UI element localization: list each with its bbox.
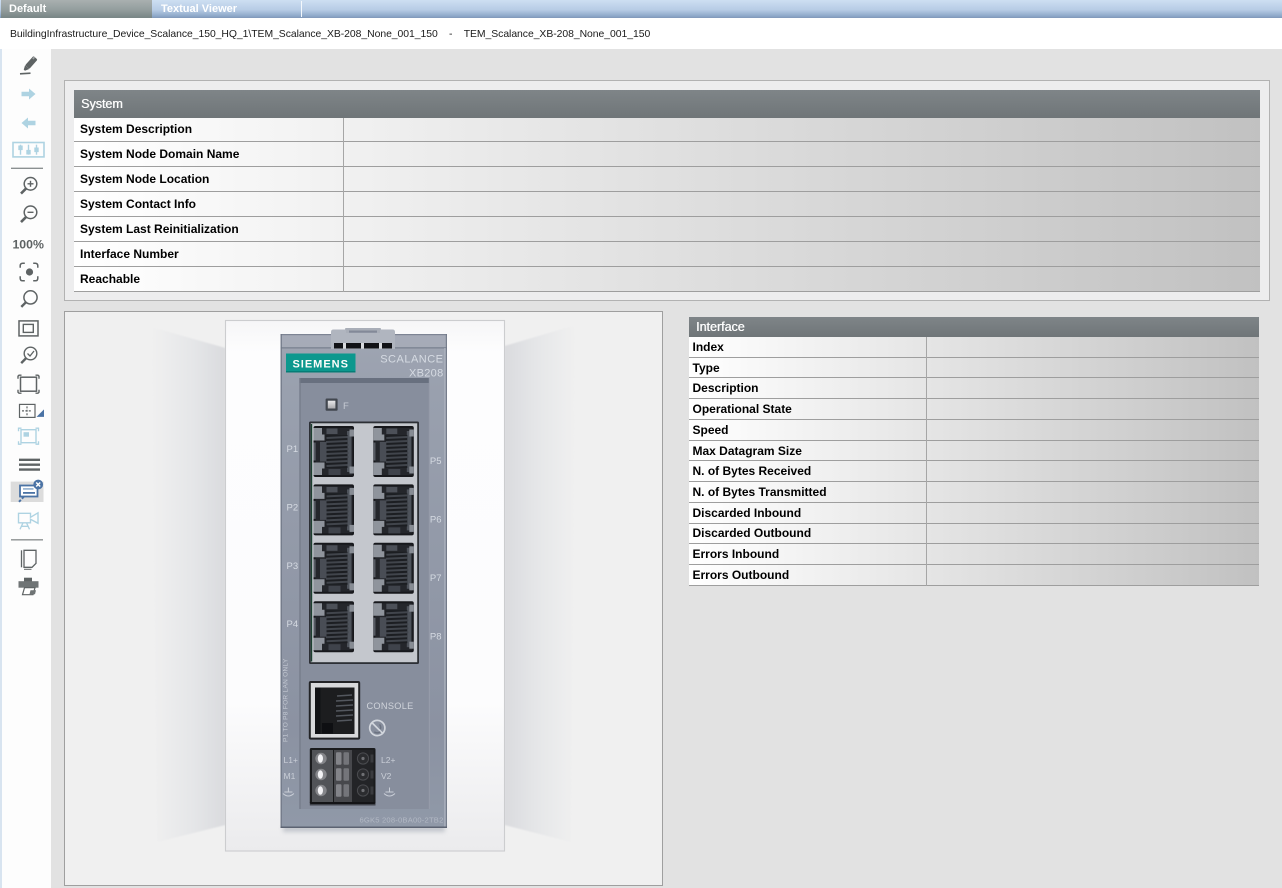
- svg-text:P8: P8: [430, 632, 442, 643]
- svg-text:100%: 100%: [12, 237, 44, 251]
- svg-text:SIEMENS: SIEMENS: [292, 358, 349, 370]
- svg-text:P6: P6: [430, 515, 442, 526]
- svg-text:P3: P3: [287, 561, 299, 572]
- svg-text:SCALANCE: SCALANCE: [380, 354, 443, 366]
- svg-text:P5: P5: [430, 456, 442, 467]
- svg-text:L1+: L1+: [284, 755, 298, 765]
- svg-text:P4: P4: [287, 619, 299, 630]
- svg-text:XB208: XB208: [409, 368, 444, 380]
- svg-text:L2+: L2+: [381, 755, 395, 765]
- svg-text:M1: M1: [284, 771, 296, 781]
- svg-text:P1 TO P8 FOR LAN ONLY: P1 TO P8 FOR LAN ONLY: [283, 658, 290, 742]
- svg-text:6GK5 208-0BA00-2TB2: 6GK5 208-0BA00-2TB2: [359, 816, 443, 825]
- svg-text:CONSOLE: CONSOLE: [367, 701, 414, 711]
- svg-text:V2: V2: [381, 771, 392, 781]
- svg-text:P2: P2: [287, 503, 299, 514]
- svg-text:F: F: [343, 401, 349, 412]
- svg-text:P7: P7: [430, 573, 442, 584]
- svg-text:P1: P1: [287, 444, 299, 455]
